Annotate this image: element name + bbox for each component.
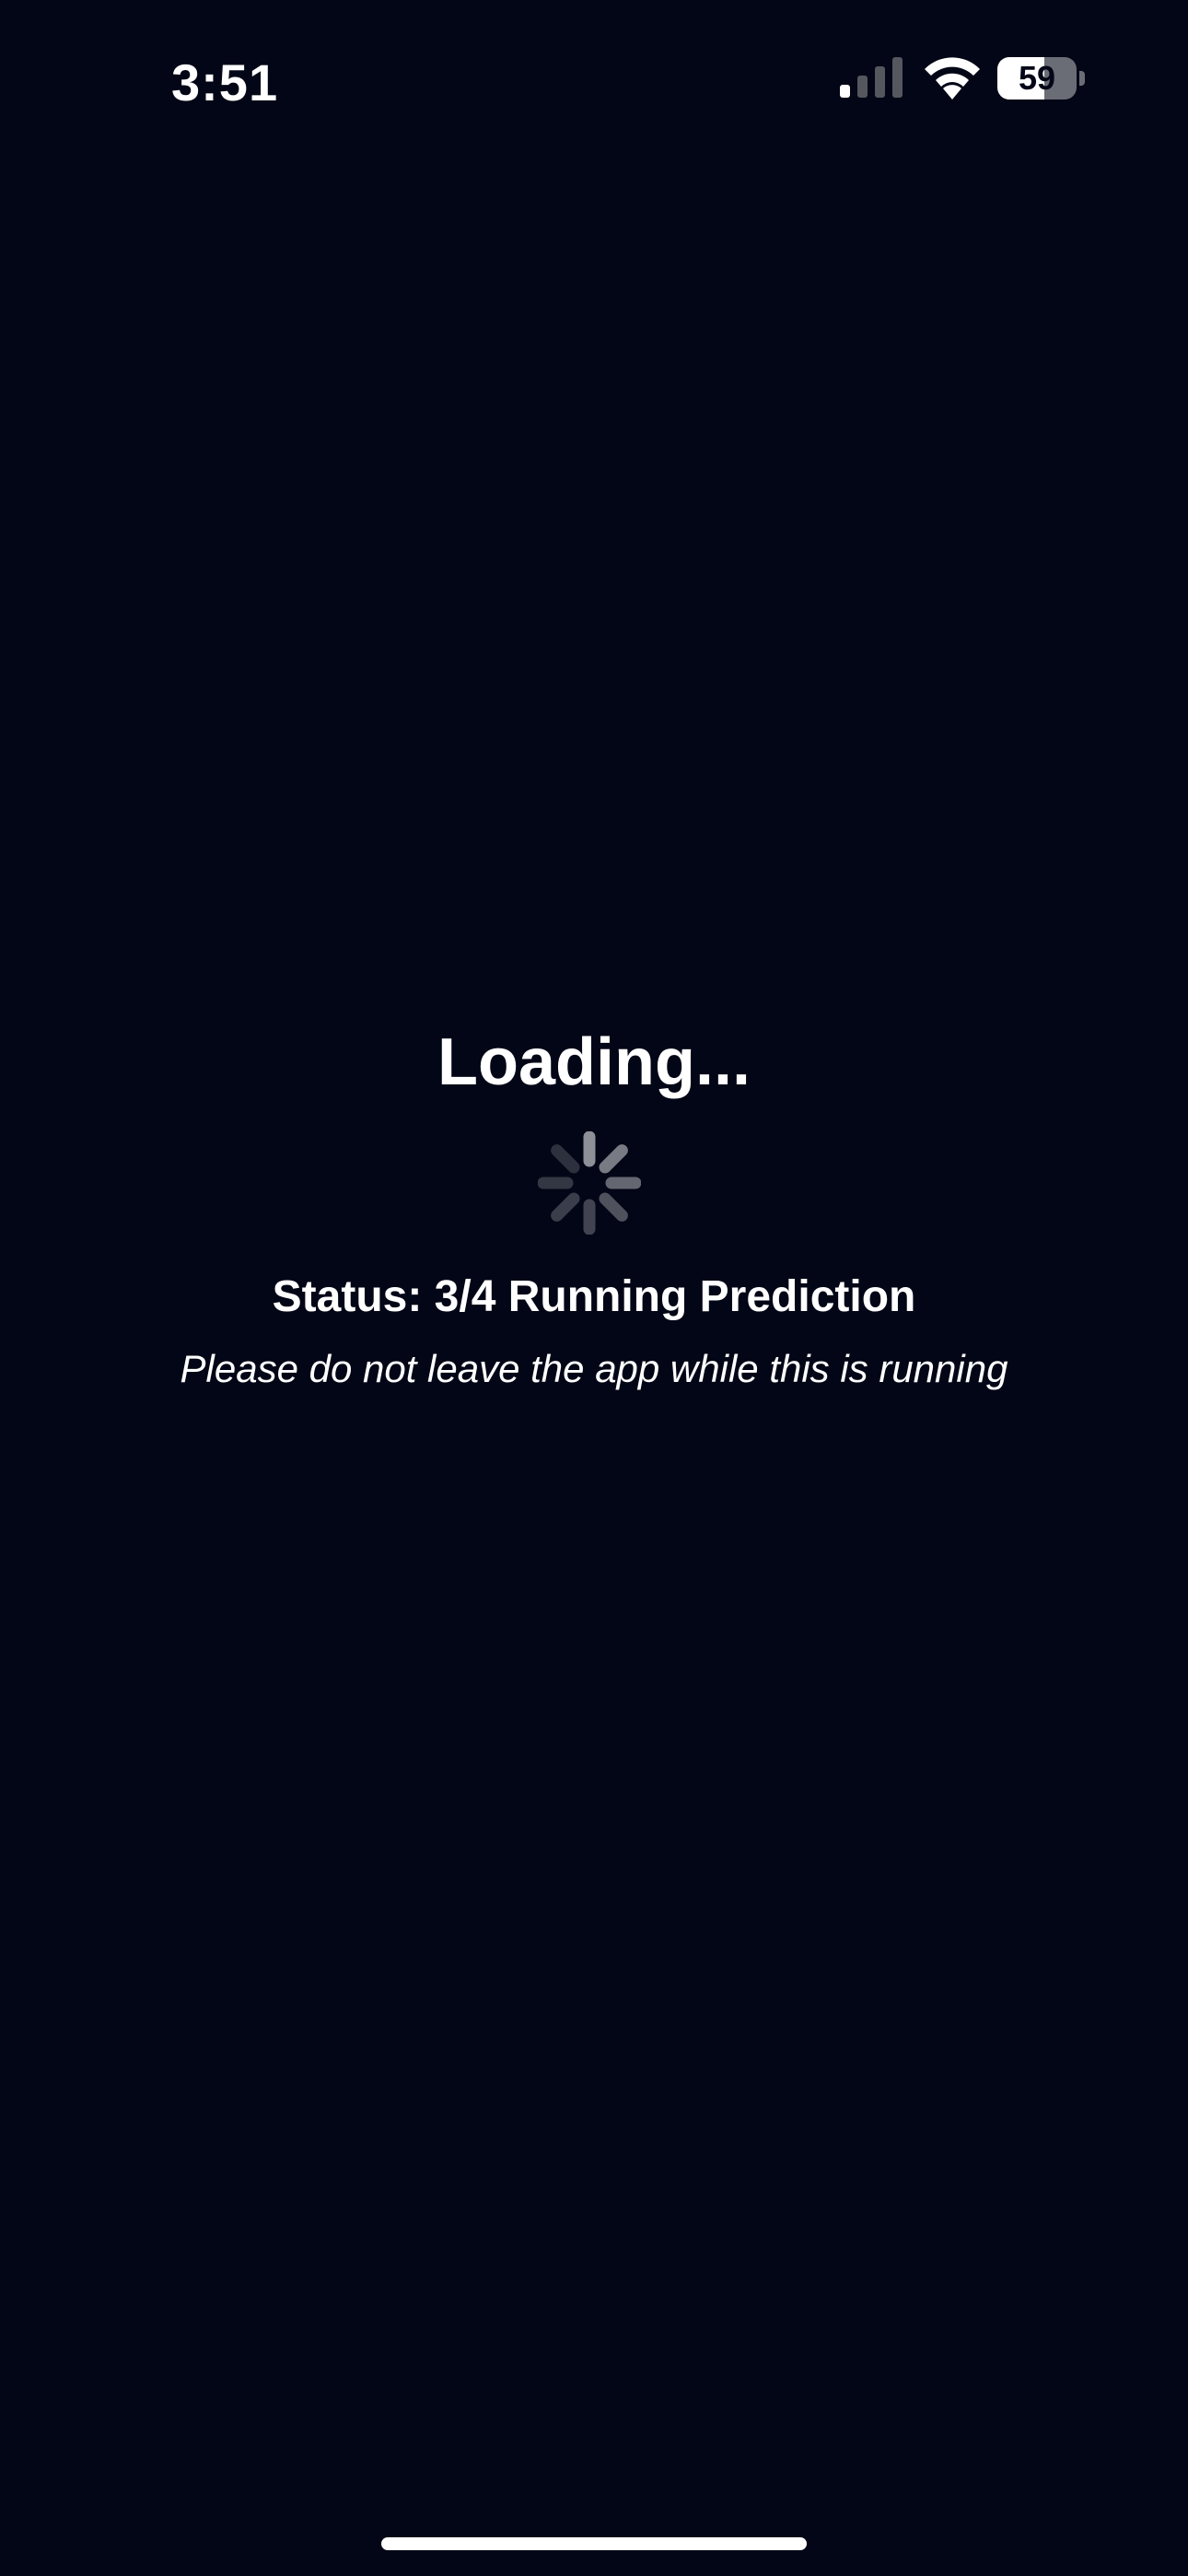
activity-spinner-icon (538, 1131, 641, 1235)
spinner-spoke (599, 1144, 628, 1174)
battery-tip (1079, 71, 1085, 86)
status-bar: 3:51 59 (0, 0, 1188, 157)
wifi-icon (925, 57, 980, 100)
cellular-signal-icon (840, 57, 903, 98)
loading-title: Loading... (437, 1025, 751, 1099)
battery-percent: 59 (1018, 59, 1056, 97)
warning-text: Please do not leave the app while this i… (180, 1347, 1008, 1390)
battery-icon: 59 (997, 57, 1077, 100)
home-indicator[interactable] (381, 2537, 807, 2550)
status-text: Status: 3/4 Running Prediction (272, 1272, 916, 1321)
spinner-spoke (599, 1192, 628, 1222)
loading-screen: 3:51 59 Loading... Status: 3/4 Running P… (0, 0, 1188, 2576)
spinner-spoke (551, 1192, 580, 1222)
battery-indicator: 59 (997, 57, 1086, 100)
spinner-spoke (551, 1144, 580, 1174)
status-time: 3:51 (171, 53, 279, 111)
